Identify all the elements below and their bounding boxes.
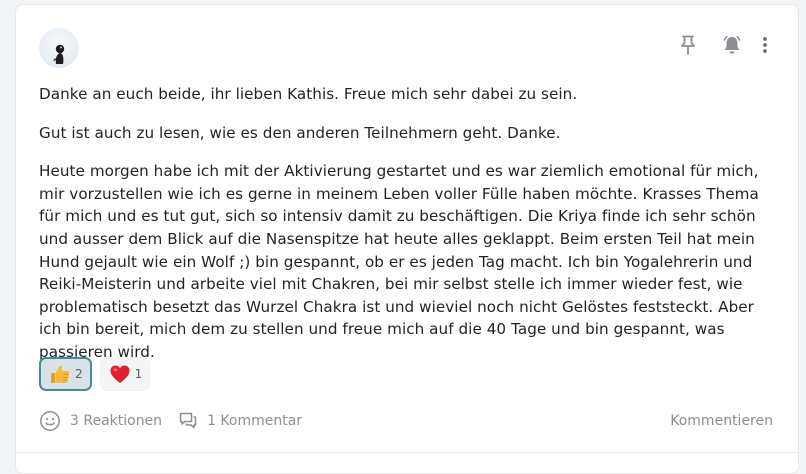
avatar[interactable] bbox=[39, 28, 79, 68]
smiley-icon bbox=[40, 411, 60, 431]
post-paragraph: Danke an euch beide, ihr lieben Kathis. … bbox=[39, 85, 578, 103]
bell-icon bbox=[723, 36, 741, 54]
reactions-count-label: 3 Reaktionen bbox=[70, 413, 163, 429]
comment-button-label: Kommentieren bbox=[670, 413, 773, 429]
post-paragraph: Heute morgen habe ich mit der Aktivierun… bbox=[39, 162, 759, 361]
post-footer: 3 Reaktionen 1 Kommentar Kommentieren bbox=[39, 411, 773, 431]
more-options-button[interactable] bbox=[754, 31, 776, 59]
post-card: Danke an euch beide, ihr lieben Kathis. … bbox=[15, 4, 799, 474]
reactions-summary[interactable]: 3 Reaktionen bbox=[39, 410, 162, 432]
comments-count-label: 1 Kommentar bbox=[207, 413, 303, 429]
comment-button[interactable]: Kommentieren bbox=[670, 413, 773, 429]
divider bbox=[16, 452, 798, 453]
pin-icon bbox=[681, 35, 695, 55]
reaction-thumbs-up[interactable]: 2 bbox=[39, 357, 92, 391]
comments-summary[interactable]: 1 Kommentar bbox=[178, 411, 302, 431]
more-vertical-icon bbox=[763, 37, 767, 53]
reaction-heart[interactable]: 1 bbox=[99, 357, 151, 391]
heart-icon bbox=[109, 363, 131, 385]
comment-icon bbox=[179, 412, 197, 429]
notification-button[interactable] bbox=[710, 31, 754, 59]
reaction-count: 1 bbox=[134, 367, 143, 381]
thumbs-up-icon bbox=[49, 363, 71, 385]
post-paragraph: Gut ist auch zu lesen, wie es den andere… bbox=[39, 123, 561, 142]
post-body: Danke an euch beide, ihr lieben Kathis. … bbox=[39, 83, 779, 380]
reaction-bar: 2 1 bbox=[39, 357, 151, 391]
post-actions bbox=[666, 31, 776, 59]
pin-button[interactable] bbox=[666, 31, 710, 59]
reaction-count: 2 bbox=[75, 367, 83, 381]
